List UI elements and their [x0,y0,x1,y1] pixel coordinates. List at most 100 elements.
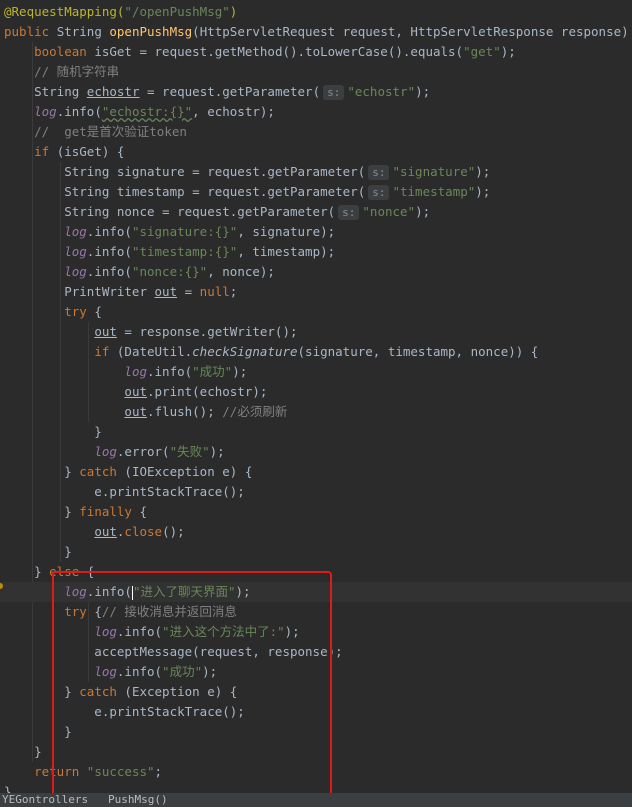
code-line[interactable]: out.flush(); //必须刷新 [0,402,632,422]
code-token: = response.getWriter(); [116,324,298,339]
code-token: isGet = request.getMethod().toLowerCase(… [94,44,464,59]
code-token: out [124,404,147,419]
code-token: PrintWriter [4,284,155,299]
code-token: "timestamp" [392,184,476,199]
code-token: } [4,744,42,759]
code-token: "失败" [169,444,210,459]
code-token: @RequestMapping( [4,4,125,19]
code-token: .print(echostr); [147,384,268,399]
code-token: // 随机字符串 [4,64,120,79]
red-highlight-box [52,571,332,798]
code-token: public [4,24,57,39]
code-token: ); [415,204,431,219]
code-token: out [94,324,117,339]
code-line[interactable]: out.print(echostr); [0,382,632,402]
code-line[interactable]: } catch (IOException e) { [0,462,632,482]
code-token: String nonce = request.getParameter( [4,204,336,219]
code-token: null [199,284,230,299]
code-token: log [64,244,87,259]
code-line[interactable]: public String openPushMsg(HttpServletReq… [0,22,632,42]
code-token: // get是首次验证token [4,124,187,139]
code-token: //必须刷新 [222,404,288,419]
code-token: String [4,84,87,99]
code-token: out [124,384,147,399]
code-line[interactable]: if (isGet) { [0,142,632,162]
code-token: .flush(); [147,404,223,419]
code-line[interactable]: } finally { [0,502,632,522]
code-token: } [4,564,50,579]
code-line[interactable]: @RequestMapping("/openPushMsg") [0,2,632,22]
code-token: close [124,524,163,539]
code-token: "nonce" [362,204,416,219]
code-line[interactable]: boolean isGet = request.getMethod().toLo… [0,42,632,62]
code-token: "echostr:{}" [101,104,193,119]
code-token: log [94,444,117,459]
code-token: log [64,264,87,279]
code-token: (isGet) { [56,144,125,159]
code-line[interactable]: log.info("echostr:{}", echostr); [0,102,632,122]
code-line[interactable]: log.info("nonce:{}", nonce); [0,262,632,282]
code-line[interactable]: String signature = request.getParameter(… [0,162,632,182]
code-token: String [56,24,110,39]
parameter-hint: s: [368,165,390,180]
code-token: , echostr); [192,104,275,119]
code-token: ) [229,4,238,19]
code-line[interactable]: log.info("signature:{}", signature); [0,222,632,242]
code-line[interactable]: // get是首次验证token [0,122,632,142]
code-token: "get" [463,44,501,59]
code-line[interactable]: log.error("失败"); [0,442,632,462]
code-line[interactable]: } [0,422,632,442]
code-token: ; [229,284,238,299]
code-line[interactable]: out = response.getWriter(); [0,322,632,342]
code-token: openPushMsg [109,24,193,39]
code-line[interactable]: try { [0,302,632,322]
code-token: log [124,364,147,379]
code-token: ); [500,44,516,59]
code-line[interactable]: } [0,542,632,562]
code-token: finally [79,504,140,519]
code-token: .info( [86,244,132,259]
code-line[interactable]: log.info("timestamp:{}", timestamp); [0,242,632,262]
code-token: if [94,344,117,359]
code-token: (); [162,524,185,539]
code-token: = [177,284,200,299]
code-token: try [64,304,87,319]
code-line[interactable]: // 随机字符串 [0,62,632,82]
code-token: checkSignature [192,344,298,359]
code-token: , timestamp); [237,244,336,259]
code-token: ); [209,444,225,459]
code-token: ); [475,184,491,199]
code-token: ); [415,84,431,99]
code-line[interactable]: log.info("成功"); [0,362,632,382]
code-token: ); [475,164,491,179]
code-token: (signature, timestamp, nonce)) { [297,344,539,359]
code-token: "timestamp:{}" [131,244,238,259]
code-line[interactable]: e.printStackTrace(); [0,482,632,502]
parameter-hint: s: [368,185,390,200]
code-token: e.printStackTrace(); [4,484,245,499]
code-line[interactable]: String timestamp = request.getParameter(… [0,182,632,202]
code-line[interactable]: PrintWriter out = null; [0,282,632,302]
code-token: out [94,524,117,539]
code-token: = request.getParameter( [139,84,321,99]
code-token: } [4,504,80,519]
code-line[interactable]: out.close(); [0,522,632,542]
code-line[interactable]: String echostr = request.getParameter(s:… [0,82,632,102]
code-token: .info( [147,364,193,379]
code-line[interactable]: String nonce = request.getParameter(s: "n… [0,202,632,222]
breadcrumb-bar: YEGontrollers PushMsg() [0,793,632,807]
code-token: .info( [56,104,102,119]
code-line[interactable]: if (DateUtil.checkSignature(signature, t… [0,342,632,362]
code-token: { [86,304,102,319]
